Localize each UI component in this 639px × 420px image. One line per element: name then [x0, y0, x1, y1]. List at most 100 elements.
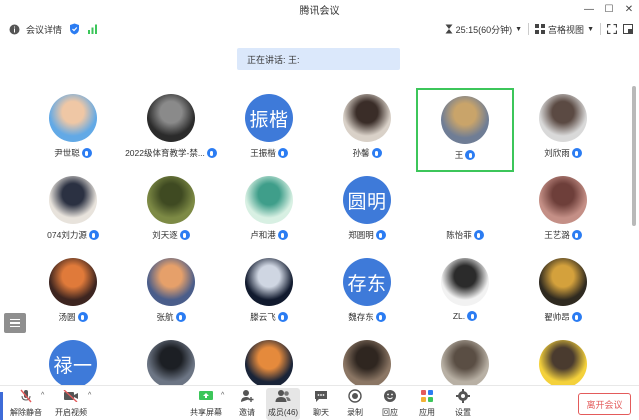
avatar — [147, 258, 195, 306]
avatar — [245, 340, 293, 385]
chat-button[interactable]: 聊天 — [310, 388, 332, 420]
participant-tile[interactable]: 陈怡菲 — [416, 170, 514, 254]
window-edge-accent — [0, 392, 3, 420]
participant-tile[interactable]: 刘欣雨 — [514, 88, 612, 172]
participant-name: 074刘力源 — [47, 230, 87, 240]
avatar — [441, 340, 489, 385]
participant-tile[interactable] — [318, 334, 416, 385]
participant-tile[interactable]: 汤圆 — [24, 252, 122, 336]
scrollbar[interactable] — [632, 86, 636, 226]
avatar — [441, 258, 489, 306]
leave-meeting-button[interactable]: 离开会议 — [578, 393, 631, 415]
avatar: 振楷 — [245, 94, 293, 142]
participant-tile[interactable]: 王艺潞 — [514, 170, 612, 254]
apps-button[interactable]: 应用 — [416, 388, 438, 420]
mic-icon — [81, 148, 92, 158]
participant-tile[interactable]: 存东 魏存东 — [318, 252, 416, 336]
mic-icon — [571, 312, 582, 322]
mic-icon — [375, 230, 386, 240]
participant-name-row: 魏存东 — [348, 311, 386, 323]
participant-name-row: 刘天逐 — [152, 229, 190, 241]
participant-name-row: 孙馨 — [352, 147, 382, 159]
record-button[interactable]: 录制 — [344, 388, 366, 420]
participant-tile[interactable]: 翟帅昂 — [514, 252, 612, 336]
meeting-details-link[interactable]: 会议详情 — [26, 23, 62, 36]
mic-icon — [467, 311, 478, 321]
chevron-up-icon[interactable]: ^ — [41, 392, 44, 399]
participant-name-row: 王艺潞 — [544, 229, 582, 241]
participant-tile[interactable] — [122, 334, 220, 385]
participant-name: 翟帅昂 — [544, 312, 570, 322]
fullscreen-icon[interactable] — [607, 24, 617, 34]
mic-icon — [277, 230, 288, 240]
participant-name: 滕云飞 — [250, 312, 276, 322]
participant-name-row: ZL. — [453, 311, 478, 321]
avatar — [147, 176, 195, 224]
chevron-up-icon[interactable]: ^ — [221, 392, 224, 399]
participant-tile[interactable]: 禄一 — [24, 334, 122, 385]
avatar — [441, 96, 489, 144]
window-controls: — ☐ ✕ — [579, 0, 639, 18]
participant-name: 卢和港 — [250, 230, 276, 240]
participant-tile[interactable]: 卢和港 — [220, 170, 318, 254]
avatar — [343, 340, 391, 385]
participant-tile[interactable] — [416, 334, 514, 385]
grid-icon — [535, 24, 546, 34]
participant-name-row: 郑圆明 — [348, 229, 386, 241]
member-list-toggle[interactable] — [4, 313, 26, 333]
participant-tile[interactable]: 圆明 郑圆明 — [318, 170, 416, 254]
mic-icon — [88, 230, 99, 240]
maximize-icon[interactable]: ☐ — [599, 0, 619, 18]
start-video-button[interactable]: 开启视频 — [53, 388, 89, 420]
invite-icon — [238, 388, 256, 404]
reactions-button[interactable]: 回应 — [379, 388, 401, 420]
participant-tile[interactable] — [514, 334, 612, 385]
participant-tile[interactable]: 张航 — [122, 252, 220, 336]
participant-name: 张航 — [156, 312, 174, 322]
mic-icon — [571, 148, 582, 158]
toolbar-divider — [528, 23, 530, 35]
mic-icon — [473, 230, 484, 240]
participant-name: 刘天逐 — [152, 230, 178, 240]
mic-muted-icon — [17, 388, 35, 404]
participant-name: 王振楷 — [250, 148, 276, 158]
participant-tile[interactable]: 尹世聪 — [24, 88, 122, 172]
participant-tile[interactable]: ZL. — [416, 252, 514, 336]
participant-tile[interactable]: 孙馨 — [318, 88, 416, 172]
record-icon — [346, 388, 364, 404]
signal-icon — [86, 23, 98, 35]
avatar — [245, 176, 293, 224]
settings-button[interactable]: 设置 — [452, 388, 474, 420]
avatar — [49, 94, 97, 142]
info-icon[interactable] — [8, 23, 20, 35]
participant-name: 王 — [454, 150, 464, 160]
avatar — [441, 176, 489, 224]
share-screen-button[interactable]: 共享屏幕 — [189, 388, 223, 420]
invite-button[interactable]: 邀请 — [236, 388, 258, 420]
close-icon[interactable]: ✕ — [619, 0, 639, 18]
view-mode-dropdown[interactable]: 宫格视图 ▼ — [535, 23, 594, 36]
participant-tile[interactable]: 074刘力源 — [24, 170, 122, 254]
floating-window-icon[interactable] — [623, 24, 633, 34]
shield-icon[interactable] — [68, 23, 80, 35]
meeting-timer[interactable]: 25:15(60分钟) ▼ — [445, 23, 522, 36]
minimize-icon[interactable]: — — [579, 0, 599, 18]
participant-tile[interactable] — [220, 334, 318, 385]
participant-tile[interactable]: 王 — [416, 88, 514, 172]
mic-icon — [371, 148, 382, 158]
participant-name: 2022级体育教学-禁... — [125, 148, 205, 158]
avatar: 圆明 — [343, 176, 391, 224]
chevron-up-icon[interactable]: ^ — [88, 392, 91, 399]
avatar-initials: 存东 — [347, 273, 387, 295]
members-button[interactable]: 成员(46) — [266, 388, 300, 420]
avatar — [539, 340, 587, 385]
avatar — [49, 176, 97, 224]
participant-tile[interactable]: 2022级体育教学-禁... — [122, 88, 220, 172]
participant-tile[interactable]: 振楷王振楷 — [220, 88, 318, 172]
avatar — [245, 258, 293, 306]
timer-text: 25:15(60分钟) — [455, 24, 513, 35]
participant-tile[interactable]: 滕云飞 — [220, 252, 318, 336]
participant-tile[interactable]: 刘天逐 — [122, 170, 220, 254]
members-icon — [274, 388, 292, 404]
unmute-button[interactable]: 解除静音 — [8, 388, 44, 420]
